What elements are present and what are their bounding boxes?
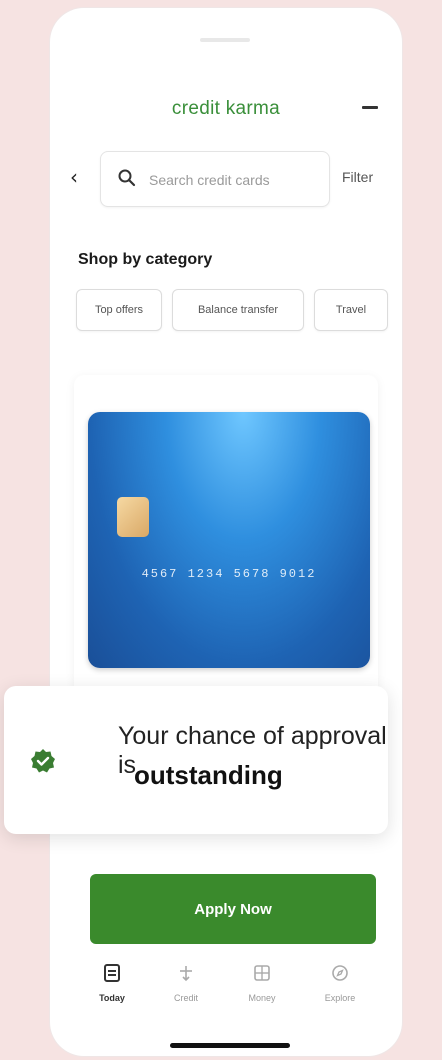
approval-rating: outstanding (134, 760, 283, 790)
home-indicator (170, 1043, 290, 1048)
card-number: 4567 1234 5678 9012 (141, 567, 317, 581)
tab-label: Credit (173, 993, 198, 1003)
search-row: ‹ Filter (50, 151, 402, 207)
check-badge-icon (31, 749, 55, 773)
notch (200, 38, 250, 42)
category-chips: Top offers Balance transfer Travel (76, 289, 402, 331)
chip-top-offers[interactable]: Top offers (76, 289, 162, 331)
brand-logo: credit karma (171, 98, 281, 119)
credit-icon (180, 966, 192, 982)
category-title: Shop by category (78, 251, 213, 268)
apply-now-button[interactable]: Apply Now (90, 874, 376, 944)
back-chevron-icon[interactable]: ‹ (70, 167, 78, 187)
tab-label: Money (248, 993, 276, 1003)
chip-travel[interactable]: Travel (314, 289, 388, 331)
tab-label: Today (99, 993, 125, 1003)
search-icon (118, 169, 136, 187)
phone-screen: credit karma ‹ Filter Shop by category T… (50, 8, 402, 1056)
search-input[interactable] (147, 166, 321, 194)
top-bar: credit karma (50, 88, 402, 128)
tab-money[interactable]: Money (234, 963, 290, 1003)
tab-today[interactable]: Today (84, 963, 140, 1003)
card-chip-icon (117, 497, 149, 537)
filter-button[interactable]: Filter (342, 169, 373, 185)
menu-icon[interactable] (362, 106, 378, 109)
today-icon (104, 964, 120, 982)
card-offer-panel[interactable]: 4567 1234 5678 9012 (74, 375, 378, 695)
explore-icon (332, 965, 348, 981)
money-icon (254, 965, 270, 981)
chip-balance-transfer[interactable]: Balance transfer (172, 289, 304, 331)
search-box[interactable] (100, 151, 330, 207)
credit-card-image: 4567 1234 5678 9012 (88, 412, 370, 668)
bottom-tab-bar: Today Credit Money Explore (50, 963, 402, 1023)
tab-label: Explore (324, 993, 356, 1003)
tab-explore[interactable]: Explore (312, 963, 368, 1003)
approval-callout: Your chance of approval is outstanding (4, 686, 388, 834)
tab-credit[interactable]: Credit (158, 963, 214, 1003)
